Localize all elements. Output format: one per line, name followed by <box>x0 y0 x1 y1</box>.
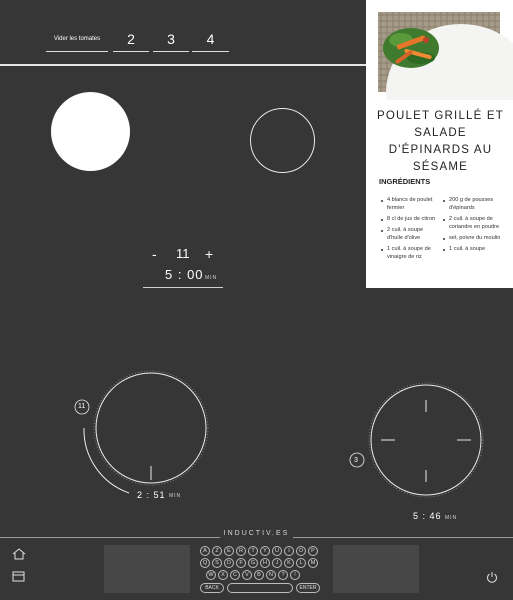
burner-right-level[interactable]: 3 <box>354 457 358 464</box>
step-tab-vider-les-tomates[interactable]: Vider les tomates <box>46 30 108 52</box>
key-a[interactable]: A <box>200 546 210 556</box>
brand-divider-right <box>293 537 513 538</box>
timer-unit: MIN <box>205 275 218 281</box>
ingredient-item: 2 cuil. à soupe de coriandre en poudre <box>442 216 504 232</box>
space-key[interactable] <box>227 583 293 593</box>
key-x[interactable]: X <box>218 570 228 580</box>
cooking-zone-small[interactable] <box>250 108 315 173</box>
touch-pad-left[interactable] <box>104 545 190 593</box>
step-tab-3[interactable]: 3 <box>153 30 189 52</box>
burner-left-timer: 2 : 51 <box>137 490 166 500</box>
key-h[interactable]: H <box>260 558 270 568</box>
ingredient-item: 8 cl de jus de citron <box>380 216 440 224</box>
enter-key[interactable]: ENTER <box>296 583 320 593</box>
recipe-photo <box>366 0 513 100</box>
back-key[interactable]: BACK <box>200 583 224 593</box>
step-tab-2[interactable]: 2 <box>113 30 149 52</box>
ingredient-item: 4 blancs de poulet fermier <box>380 197 440 213</box>
brand-label: INDUCTIV.ES <box>223 530 290 537</box>
decrease-level-button[interactable]: - <box>152 246 157 262</box>
key-v[interactable]: V <box>242 570 252 580</box>
step-tab-4[interactable]: 4 <box>192 30 229 52</box>
key-t[interactable]: T <box>248 546 258 556</box>
key-y[interactable]: Y <box>260 546 270 556</box>
burners-lower <box>74 370 484 498</box>
ingredient-item: sel, poivre du moulin <box>442 235 504 243</box>
key-u[interactable]: U <box>272 546 282 556</box>
key-f[interactable]: F <box>236 558 246 568</box>
key-s[interactable]: S <box>212 558 222 568</box>
key-c[interactable]: C <box>230 570 240 580</box>
key-n[interactable]: N <box>266 570 276 580</box>
key-m[interactable]: M <box>308 558 318 568</box>
timer-underline <box>143 287 223 288</box>
increase-level-button[interactable]: + <box>205 246 213 262</box>
key-k[interactable]: K <box>284 558 294 568</box>
key-exclaim[interactable]: ! <box>290 570 300 580</box>
recipe-title: POULET GRILLÉ ET SALADE D'ÉPINARDS AU SÉ… <box>377 110 504 173</box>
key-b[interactable]: B <box>254 570 264 580</box>
burner-left-level[interactable]: 11 <box>78 403 85 410</box>
brand-divider-left <box>0 537 220 538</box>
top-divider <box>0 64 366 66</box>
power-icon[interactable] <box>486 570 498 588</box>
recipe-card[interactable]: POULET GRILLÉ ET SALADE D'ÉPINARDS AU SÉ… <box>366 0 513 288</box>
key-question[interactable]: ? <box>278 570 288 580</box>
key-e[interactable]: E <box>224 546 234 556</box>
key-g[interactable]: G <box>248 558 258 568</box>
ingredient-item: 1 cuil. à soupe de vinaigre de riz <box>380 246 440 262</box>
ingredient-item: 1 cuil. à soupe <box>442 246 504 254</box>
ingredients-heading: INGRÉDIENTS <box>379 177 431 186</box>
key-q[interactable]: Q <box>200 558 210 568</box>
timer-value: 5 : 00 <box>165 267 204 282</box>
key-p[interactable]: P <box>308 546 318 556</box>
power-level-value: 11 <box>176 246 190 261</box>
cooking-zone-active[interactable] <box>51 92 130 171</box>
burner-right-timer-unit: MIN <box>445 515 458 521</box>
key-j[interactable]: J <box>272 558 282 568</box>
key-o[interactable]: O <box>296 546 306 556</box>
touch-pad-right[interactable] <box>333 545 419 593</box>
ingredients-list-2: 200 g de pousses d'épinards 2 cuil. à so… <box>442 197 504 258</box>
burner-left-timer-unit: MIN <box>169 493 182 499</box>
key-z[interactable]: Z <box>212 546 222 556</box>
ingredients-list-1: 4 blancs de poulet fermier 8 cl de jus d… <box>380 197 440 266</box>
ingredient-item: 2 cuil. à soupe d'huile d'olive <box>380 227 440 243</box>
key-i[interactable]: I <box>284 546 294 556</box>
key-w[interactable]: W <box>206 570 216 580</box>
key-d[interactable]: D <box>224 558 234 568</box>
key-r[interactable]: R <box>236 546 246 556</box>
calendar-icon[interactable] <box>12 569 26 587</box>
home-icon[interactable] <box>12 547 26 565</box>
key-l[interactable]: L <box>296 558 306 568</box>
ingredient-item: 200 g de pousses d'épinards <box>442 197 504 213</box>
burner-right-timer: 5 : 46 <box>413 511 442 521</box>
